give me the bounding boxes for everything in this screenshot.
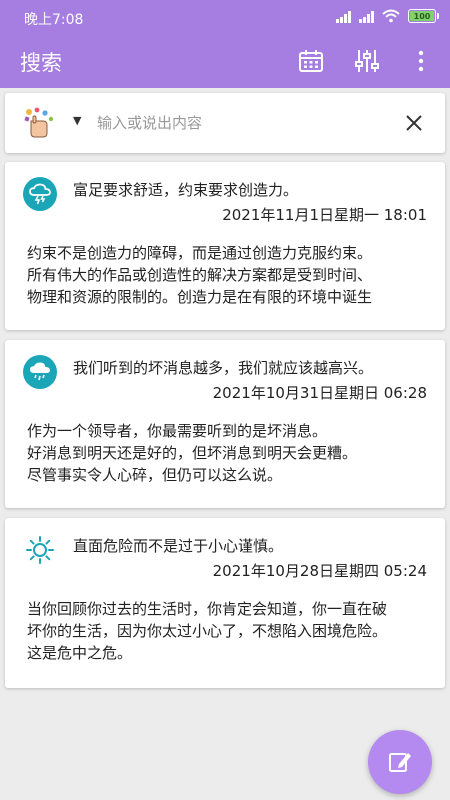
note-title: 富足要求舒适，约束要求创造力。 — [73, 181, 299, 199]
calendar-button[interactable] — [294, 44, 328, 78]
new-note-button[interactable] — [368, 730, 432, 794]
sun-icon — [23, 533, 57, 567]
signal-icon — [336, 10, 351, 23]
clear-button[interactable] — [401, 110, 427, 136]
search-input[interactable] — [97, 109, 377, 137]
category-selector-icon[interactable] — [23, 107, 57, 139]
note-date: 2021年10月28日星期四 05:24 — [212, 562, 427, 580]
more-vert-icon — [418, 50, 424, 72]
status-time: 晚上7:08 — [24, 12, 84, 28]
note-card[interactable]: 直面危险而不是过于小心谨慎。 2021年10月28日星期四 05:24 当你回顾… — [5, 518, 445, 688]
note-body: 作为一个领导者，你最需要听到的是坏消息。 好消息到明天还是好的，但坏消息到明天会… — [27, 420, 437, 486]
status-icons: 100 — [336, 9, 439, 23]
close-icon — [406, 115, 422, 131]
note-body-line: 所有伟大的作品或创造性的解决方案都是受到时间、 — [27, 266, 373, 284]
note-body: 当你回顾你过去的生活时，你肯定会知道，你一直在破 坏你的生活，因为你太过小心了，… — [27, 598, 437, 664]
filter-button[interactable] — [350, 44, 384, 78]
thunderstorm-icon — [23, 177, 57, 211]
note-date: 2021年11月1日星期一 18:01 — [222, 206, 427, 224]
wifi-icon — [382, 9, 400, 23]
note-title: 直面危险而不是过于小心谨慎。 — [73, 537, 284, 555]
note-body-line: 作为一个领导者，你最需要听到的是坏消息。 — [27, 422, 328, 440]
note-card[interactable]: 富足要求舒适，约束要求创造力。 2021年11月1日星期一 18:01 约束不是… — [5, 162, 445, 330]
note-body-line: 约束不是创造力的障碍，而是通过创造力克服约束。 — [27, 244, 373, 262]
page-title: 搜索 — [20, 51, 62, 75]
note-body-line: 这是危中之危。 — [27, 644, 133, 662]
note-card[interactable]: 我们听到的坏消息越多，我们就应该越高兴。 2021年10月31日星期日 06:2… — [5, 340, 445, 508]
note-body-line: 尽管事实令人心碎，但仍可以这么说。 — [27, 466, 283, 484]
signal-icon-2 — [359, 10, 374, 23]
note-title: 我们听到的坏消息越多，我们就应该越高兴。 — [73, 359, 374, 377]
equalizer-icon — [355, 50, 379, 72]
note-body: 约束不是创造力的障碍，而是通过创造力克服约束。 所有伟大的作品或创造性的解决方案… — [27, 242, 437, 308]
rain-cloud-icon — [23, 355, 57, 389]
battery-level: 100 — [413, 11, 431, 21]
calendar-icon — [299, 50, 323, 72]
dropdown-caret-icon[interactable]: ▼ — [73, 114, 81, 127]
note-body-line: 好消息到明天还是好的，但坏消息到明天会更糟。 — [27, 444, 358, 462]
status-bar: 晚上7:08 100 — [0, 0, 450, 34]
note-date: 2021年10月31日星期日 06:28 — [212, 384, 427, 402]
note-body-line: 坏你的生活，因为你太过小心了，不想陷入困境危险。 — [27, 622, 388, 640]
app-bar: 搜索 — [0, 34, 450, 88]
search-bar: ▼ — [5, 93, 445, 153]
note-body-line: 物理和资源的限制的。创造力是在有限的环境中诞生 — [27, 288, 373, 306]
note-body-line: 当你回顾你过去的生活时，你肯定会知道，你一直在破 — [27, 600, 388, 618]
battery-icon: 100 — [408, 9, 439, 23]
edit-icon — [389, 753, 411, 772]
more-button[interactable] — [404, 44, 438, 78]
